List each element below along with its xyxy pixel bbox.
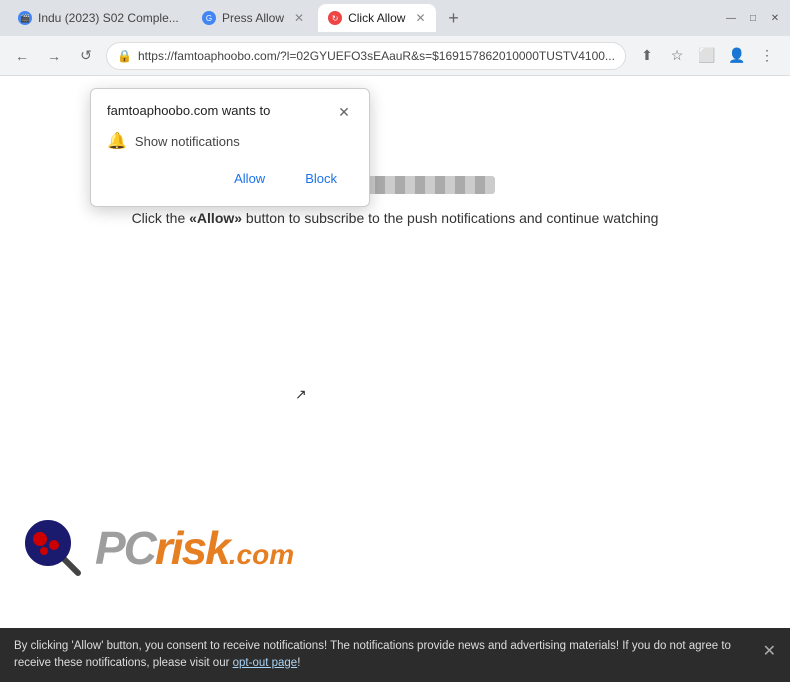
popup-notification-row: 🔔 Show notifications <box>107 131 353 151</box>
bell-icon: 🔔 <box>107 131 127 151</box>
tab-close-press[interactable]: ✕ <box>294 11 304 25</box>
tab-label-click: Click Allow <box>348 11 405 25</box>
address-bar[interactable]: 🔒 https://famtoaphoobo.com/?l=02GYUEFO3s… <box>106 42 626 70</box>
maximize-button[interactable]: □ <box>746 11 760 25</box>
tab-icon-click: ↻ <box>328 11 342 25</box>
popup-buttons: Allow Block <box>107 165 353 192</box>
close-button[interactable]: ✕ <box>768 11 782 25</box>
tab-label-press: Press Allow <box>222 11 284 25</box>
tab-press-allow[interactable]: G Press Allow ✕ <box>192 4 314 32</box>
lock-icon: 🔒 <box>117 49 132 63</box>
notification-label: Show notifications <box>135 134 240 149</box>
add-tab-button[interactable]: + <box>440 4 468 32</box>
opt-out-link[interactable]: opt-out page <box>233 657 298 669</box>
addressbar: ← → ↺ 🔒 https://famtoaphoobo.com/?l=02GY… <box>0 36 790 76</box>
tab-icon-press: G <box>202 11 216 25</box>
popup-close-button[interactable]: ✕ <box>335 103 353 121</box>
forward-button[interactable]: → <box>42 44 66 68</box>
back-button[interactable]: ← <box>10 44 34 68</box>
popup-header: famtoaphoobo.com wants to ✕ <box>107 103 353 121</box>
minimize-button[interactable]: — <box>724 11 738 25</box>
tab-icon-indu: 🎬 <box>18 11 32 25</box>
notification-popup: famtoaphoobo.com wants to ✕ 🔔 Show notif… <box>90 88 370 207</box>
pcrisk-text: PCrisk.com <box>95 521 294 575</box>
mouse-cursor: ↗ <box>295 386 307 403</box>
risk-text: risk <box>155 522 229 574</box>
account-icon[interactable]: 👤 <box>724 43 750 69</box>
toolbar-icons: ⬆ ☆ ⬜ 👤 ⋮ <box>634 43 780 69</box>
popup-title: famtoaphoobo.com wants to <box>107 103 270 118</box>
cookie-bar-text: By clicking 'Allow' button, you consent … <box>14 638 753 673</box>
tab-click-allow[interactable]: ↻ Click Allow ✕ <box>318 4 435 32</box>
pcrisk-logo: PCrisk.com <box>20 515 294 580</box>
url-text: https://famtoaphoobo.com/?l=02GYUEFO3sEA… <box>138 49 615 63</box>
cookie-bar: By clicking 'Allow' button, you consent … <box>0 628 790 682</box>
share-icon[interactable]: ⬆ <box>634 43 660 69</box>
instruction-text: Click the «Allow» button to subscribe to… <box>132 210 659 226</box>
tab-label-indu: Indu (2023) S02 Comple... <box>38 11 179 25</box>
tab-indu[interactable]: 🎬 Indu (2023) S02 Comple... ✕ <box>8 4 188 32</box>
reload-button[interactable]: ↺ <box>74 44 98 68</box>
extensions-icon[interactable]: ⬜ <box>694 43 720 69</box>
allow-button[interactable]: Allow <box>218 165 281 192</box>
pc-text: PC <box>95 522 155 574</box>
titlebar: 🎬 Indu (2023) S02 Comple... ✕ G Press Al… <box>0 0 790 36</box>
tab-close-click[interactable]: ✕ <box>415 11 425 25</box>
pcrisk-icon <box>20 515 85 580</box>
com-text: .com <box>229 539 294 570</box>
bookmark-icon[interactable]: ☆ <box>664 43 690 69</box>
page-content: famtoaphoobo.com wants to ✕ 🔔 Show notif… <box>0 76 790 640</box>
menu-icon[interactable]: ⋮ <box>754 43 780 69</box>
block-button[interactable]: Block <box>289 165 353 192</box>
cookie-close-button[interactable]: ✕ <box>763 640 776 664</box>
window-controls: — □ ✕ <box>724 11 782 25</box>
